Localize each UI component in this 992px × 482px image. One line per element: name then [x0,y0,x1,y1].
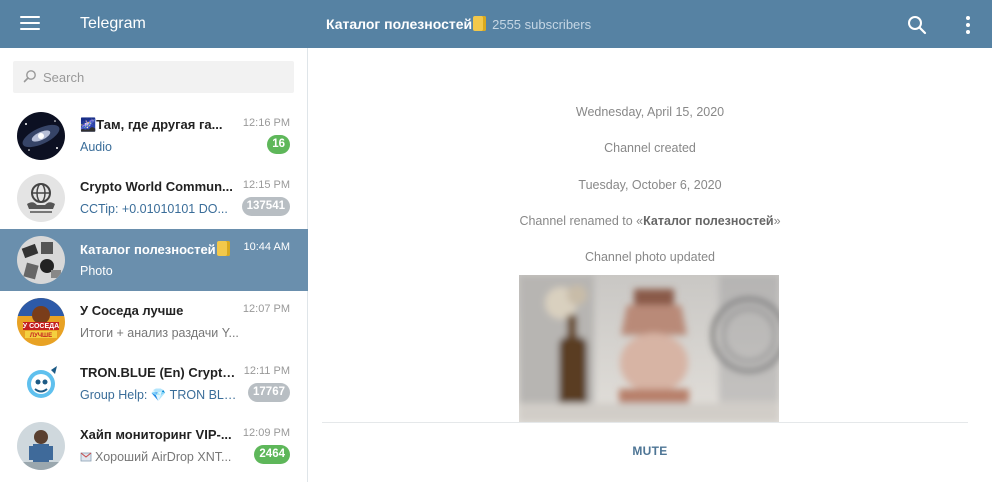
service-message: Channel photo updated [585,250,715,264]
chat-time: 12:15 PM [242,179,290,191]
unread-badge: 17767 [248,383,290,402]
chat-preview: CCTip: +0.01010101 DO... [80,202,228,216]
chat-name: У Соседа лучше [80,303,184,318]
sidebar: 🌌Там, где другая га... 12:16 PM Audio 16… [0,48,308,482]
service-message: Channel created [604,141,696,155]
notebook-emoji-icon [216,241,230,256]
svg-text:У СОСЕДА: У СОСЕДА [23,323,59,330]
top-bar: Telegram Каталог полезностей 2555 subscr… [0,0,992,48]
unread-badge: 137541 [241,197,290,216]
envelope-emoji-icon [80,452,92,462]
chat-name: Хайп мониторинг VIP-... [80,427,232,442]
chat-view: Wednesday, April 15, 2020 Channel create… [308,48,992,482]
date-separator: Tuesday, October 6, 2020 [578,178,722,192]
chat-item-u-soseda[interactable]: У СОСЕДА ЛУЧШЕ У Соседа лучше 12:07 PM Ит… [0,291,308,353]
chat-name: TRON.BLUE (En) Crypto ... [80,365,240,380]
chat-name: Crypto World Commun... [80,179,233,194]
chat-time: 12:07 PM [242,303,290,315]
hamburger-menu-icon[interactable] [20,15,42,33]
chat-time: 12:11 PM [243,365,290,377]
chat-time: 10:44 AM [243,241,290,253]
search-icon [23,70,36,83]
chat-time: 12:16 PM [242,117,290,129]
renamed-channel-name[interactable]: Каталог полезностей [643,214,773,228]
chat-title: Каталог полезностей [326,16,487,32]
chat-name: Каталог полезностей [80,241,240,257]
service-message-renamed: Channel renamed to «Каталог полезностей» [519,214,781,228]
chat-time: 12:09 PM [242,427,290,439]
subscriber-count: 2555 subscribers [492,16,592,32]
search-input[interactable] [43,61,288,93]
avatar [17,174,65,222]
chat-preview: Итоги + анализ раздачи Y... [80,326,239,340]
more-options-icon[interactable] [960,14,976,36]
chat-item-hype-monitoring[interactable]: Хайп мониторинг VIP-... 12:09 PM Хороший… [0,415,308,477]
app-title: Telegram [80,15,146,32]
chat-header[interactable]: Каталог полезностей 2555 subscribers [326,16,591,32]
chat-list: 🌌Там, где другая га... 12:16 PM Audio 16… [0,105,308,477]
svg-text:ЛУЧШЕ: ЛУЧШЕ [30,333,52,339]
search-box[interactable] [13,61,294,93]
chat-item-galaxy[interactable]: 🌌Там, где другая га... 12:16 PM Audio 16 [0,105,308,167]
chat-item-crypto-world[interactable]: Crypto World Commun... 12:15 PM CCTip: +… [0,167,308,229]
avatar [17,422,65,470]
avatar [17,112,65,160]
channel-photo[interactable] [519,275,779,422]
chat-preview: Photo [80,264,113,278]
divider [322,422,968,423]
avatar [17,236,65,284]
chat-preview: Хороший AirDrop XNT... [80,450,240,464]
unread-badge: 16 [267,135,290,154]
notebook-emoji-icon [473,16,487,31]
chat-preview: Group Help: 💎 TRON BLU... [80,388,240,402]
chat-item-catalog[interactable]: Каталог полезностей 10:44 AM Photo [0,229,308,291]
avatar [17,360,65,408]
search-icon[interactable] [906,14,928,36]
chat-item-tron-blue[interactable]: TRON.BLUE (En) Crypto ... 12:11 PM Group… [0,353,308,415]
unread-badge: 2464 [254,445,290,464]
chat-preview: Audio [80,140,112,154]
avatar: У СОСЕДА ЛУЧШЕ [17,298,65,346]
chat-name: 🌌Там, где другая га... [80,117,223,132]
mute-button[interactable]: MUTE [308,444,992,458]
date-separator: Wednesday, April 15, 2020 [575,105,725,119]
